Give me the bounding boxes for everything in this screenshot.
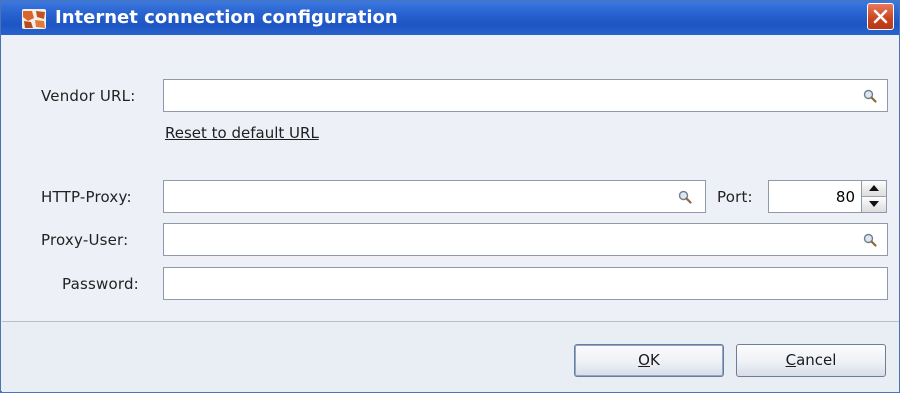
cancel-button[interactable]: Cancel	[736, 344, 886, 377]
vendor-url-input[interactable]	[164, 80, 887, 111]
arrow-down-icon	[869, 201, 879, 207]
proxy-user-input[interactable]	[164, 224, 887, 255]
ok-button[interactable]: OK	[574, 344, 724, 377]
password-field[interactable]	[163, 267, 888, 300]
title-bar[interactable]: Internet connection configuration	[1, 1, 899, 35]
port-decrement-button[interactable]	[862, 197, 886, 212]
proxy-user-field[interactable]	[163, 223, 888, 256]
port-increment-button[interactable]	[862, 181, 886, 197]
vendor-url-field[interactable]	[163, 79, 888, 112]
http-proxy-input[interactable]	[164, 181, 705, 212]
reset-default-url-link[interactable]: Reset to default URL	[165, 124, 319, 142]
port-field[interactable]	[768, 180, 862, 213]
proxy-user-label: Proxy-User:	[41, 231, 129, 249]
search-icon[interactable]	[678, 190, 692, 204]
app-logo-icon	[22, 9, 46, 29]
close-icon	[873, 9, 888, 24]
http-proxy-field[interactable]	[163, 180, 706, 213]
search-icon[interactable]	[863, 233, 877, 247]
dialog-title: Internet connection configuration	[55, 7, 398, 28]
arrow-up-icon	[869, 185, 879, 191]
dialog-window: Internet connection configuration Vendor…	[0, 0, 900, 393]
port-spinner[interactable]	[861, 180, 887, 213]
cancel-mnemonic: C	[785, 351, 797, 369]
port-label: Port:	[717, 188, 753, 206]
vendor-url-label: Vendor URL:	[41, 87, 136, 105]
password-label: Password:	[62, 275, 139, 293]
ok-mnemonic: O	[638, 351, 650, 369]
cancel-label: ancel	[796, 351, 837, 369]
password-input[interactable]	[164, 268, 887, 299]
search-icon[interactable]	[863, 89, 877, 103]
port-input[interactable]	[769, 181, 861, 212]
http-proxy-label: HTTP-Proxy:	[41, 188, 132, 206]
ok-label: K	[649, 351, 660, 369]
close-button[interactable]	[867, 3, 894, 30]
